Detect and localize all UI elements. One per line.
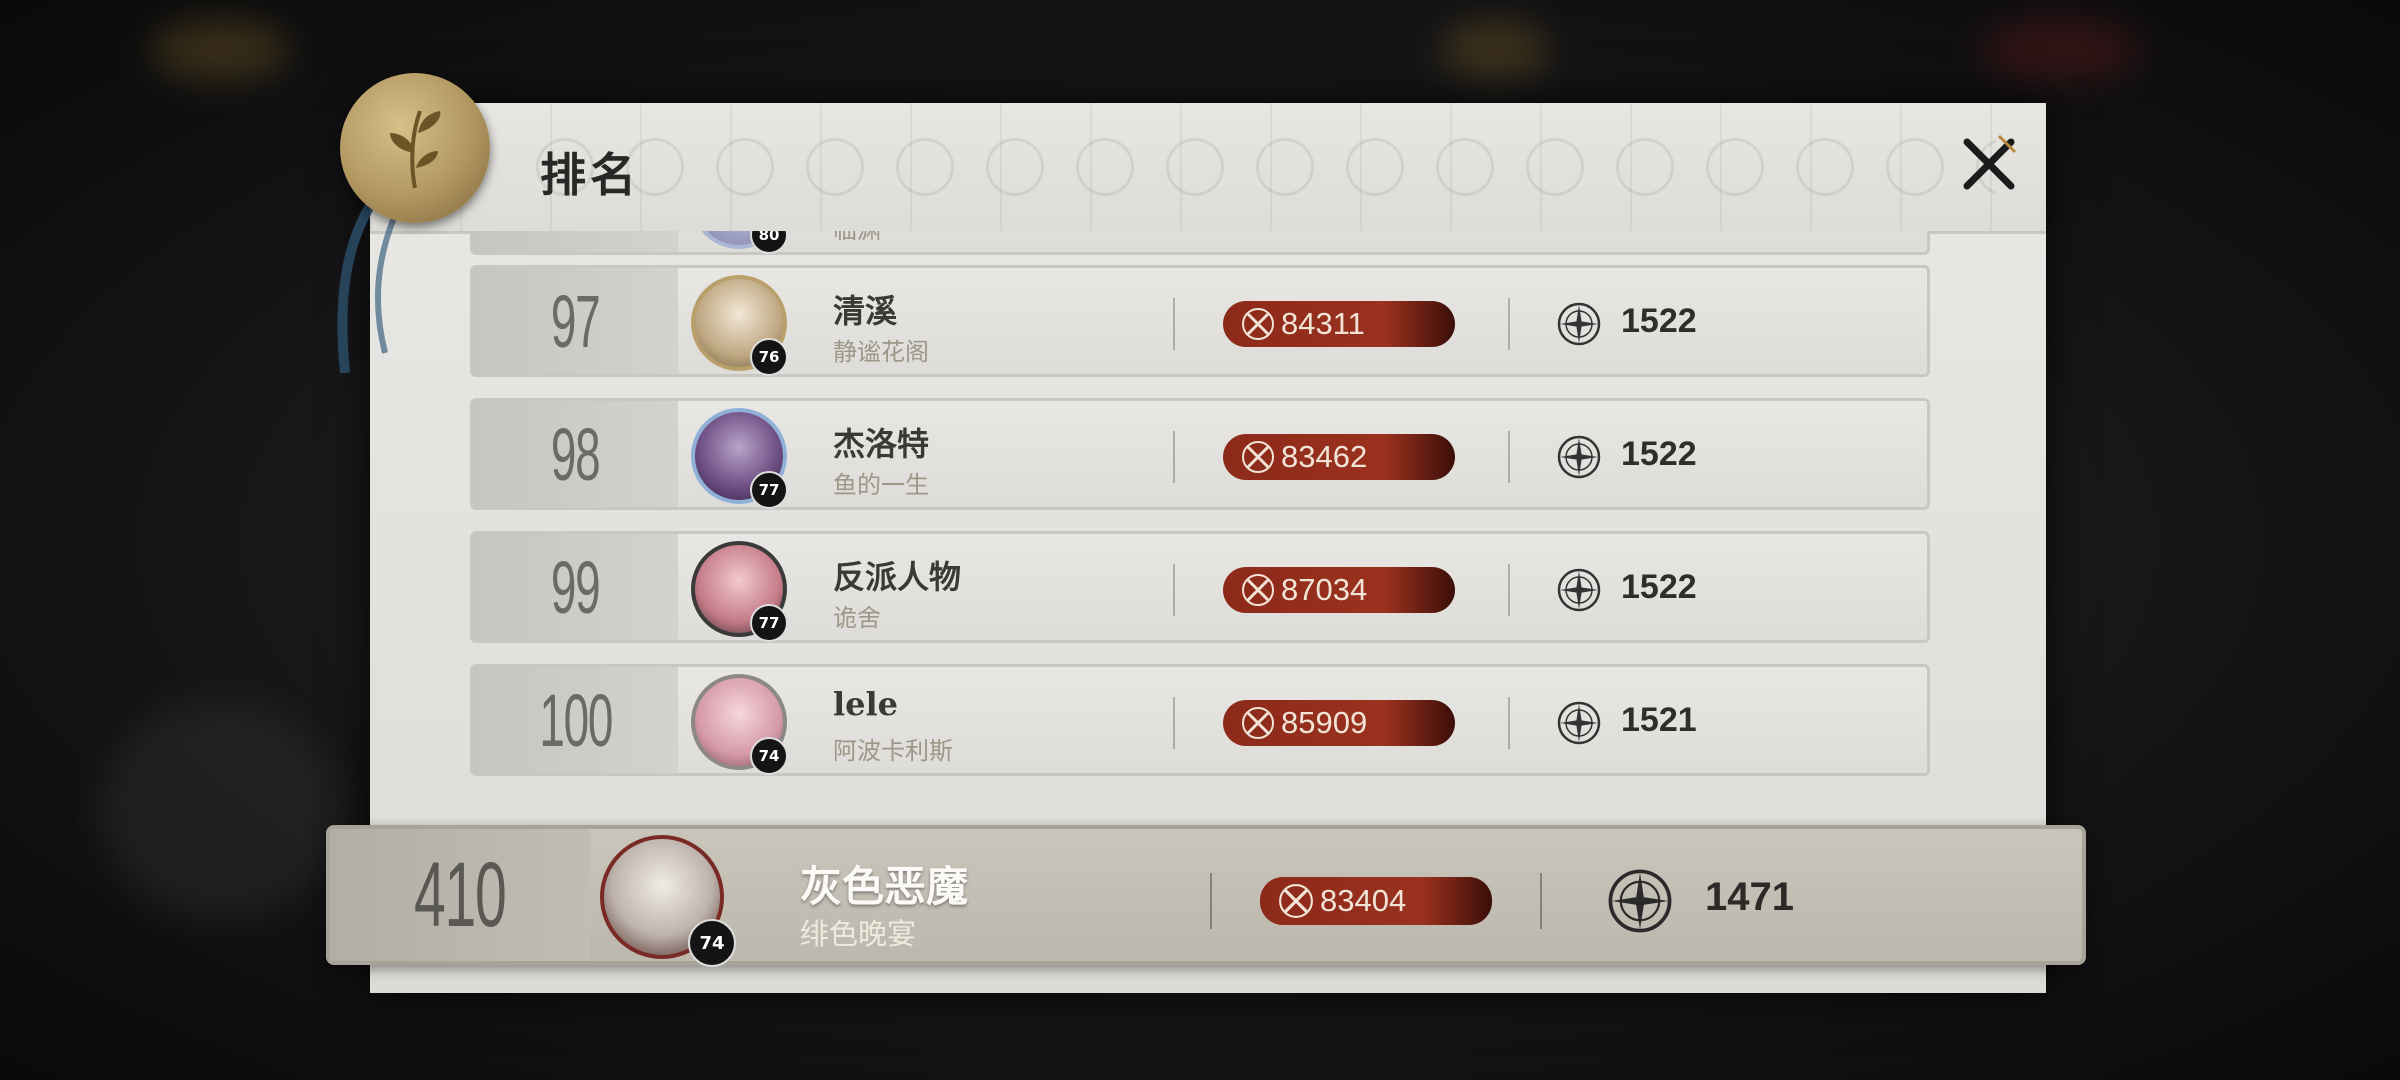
level-badge: 77 bbox=[750, 471, 788, 509]
compass-icon bbox=[1608, 869, 1672, 933]
power-value: 85909 bbox=[1281, 705, 1368, 740]
divider bbox=[1508, 564, 1510, 616]
divider bbox=[1173, 431, 1175, 483]
player-name: 灰色恶魔 bbox=[800, 862, 969, 911]
crossed-swords-icon bbox=[1279, 884, 1313, 918]
crossed-swords-icon bbox=[1242, 707, 1274, 739]
guild-name: 阿波卡利斯 bbox=[833, 737, 953, 765]
compass-icon bbox=[1557, 435, 1601, 479]
guild-name: 临渊 bbox=[833, 231, 881, 245]
ranking-list[interactable]: 80 临渊 97 76 清溪 静谧花阁 84311 1522 98 77 bbox=[470, 231, 1930, 921]
player-name: lele bbox=[833, 685, 899, 723]
player-name: 清溪 bbox=[833, 292, 898, 330]
rank-cell: 97 bbox=[473, 268, 678, 374]
crossed-swords-icon bbox=[1242, 441, 1274, 473]
close-icon bbox=[1963, 134, 2017, 190]
score-value: 1522 bbox=[1621, 302, 1697, 340]
compass-icon bbox=[1557, 701, 1601, 745]
power-value: 83462 bbox=[1281, 439, 1368, 474]
guild-name: 鱼的一生 bbox=[833, 471, 929, 499]
power-badge: 83462 bbox=[1223, 434, 1455, 480]
player-name: 反派人物 bbox=[833, 558, 962, 596]
rank-cell: 410 bbox=[330, 829, 590, 961]
rank-number: 97 bbox=[551, 279, 601, 363]
level-badge: 74 bbox=[750, 737, 788, 775]
table-row[interactable]: 80 临渊 bbox=[470, 231, 1930, 255]
divider bbox=[1210, 873, 1212, 929]
rank-number: 98 bbox=[551, 412, 601, 496]
score-value: 1522 bbox=[1621, 435, 1697, 473]
rank-number: 99 bbox=[551, 545, 601, 629]
power-badge: 83404 bbox=[1260, 877, 1492, 925]
level-badge: 77 bbox=[750, 604, 788, 642]
score-value: 1521 bbox=[1621, 701, 1697, 739]
rank-cell: 99 bbox=[473, 534, 678, 640]
table-row[interactable]: 99 77 反派人物 诡舍 87034 1522 bbox=[470, 531, 1930, 643]
level-badge: 76 bbox=[750, 338, 788, 376]
rank-number: 410 bbox=[414, 843, 507, 946]
divider bbox=[1508, 697, 1510, 749]
power-value: 83404 bbox=[1320, 883, 1407, 918]
score-value: 1522 bbox=[1621, 568, 1697, 606]
divider bbox=[1173, 564, 1175, 616]
close-button[interactable] bbox=[1954, 129, 2024, 199]
power-badge: 84311 bbox=[1223, 301, 1455, 347]
rank-cell bbox=[473, 231, 678, 252]
power-badge: 87034 bbox=[1223, 567, 1455, 613]
rank-cell: 98 bbox=[473, 401, 678, 507]
compass-icon bbox=[1557, 302, 1601, 346]
compass-icon bbox=[1557, 568, 1601, 612]
power-value: 84311 bbox=[1281, 306, 1365, 341]
player-name: 杰洛特 bbox=[833, 425, 930, 463]
divider bbox=[1508, 431, 1510, 483]
page-title: 排名 bbox=[540, 148, 640, 202]
rank-cell: 100 bbox=[473, 667, 678, 773]
level-badge: 80 bbox=[750, 231, 788, 254]
table-row[interactable]: 97 76 清溪 静谧花阁 84311 1522 bbox=[470, 265, 1930, 377]
divider bbox=[1173, 298, 1175, 350]
divider bbox=[1173, 697, 1175, 749]
guild-name: 静谧花阁 bbox=[833, 338, 929, 366]
table-row[interactable]: 98 77 杰洛特 鱼的一生 83462 1522 bbox=[470, 398, 1930, 510]
level-badge: 74 bbox=[688, 919, 736, 967]
crossed-swords-icon bbox=[1242, 308, 1274, 340]
guild-name: 绯色晚宴 bbox=[800, 917, 917, 951]
guild-name: 诡舍 bbox=[833, 604, 881, 632]
table-row[interactable]: 100 74 lele 阿波卡利斯 85909 1521 bbox=[470, 664, 1930, 776]
self-rank-row[interactable]: 410 74 灰色恶魔 绯色晚宴 83404 1471 bbox=[326, 825, 2086, 967]
divider bbox=[1508, 298, 1510, 350]
crossed-swords-icon bbox=[1242, 574, 1274, 606]
wax-seal-icon bbox=[340, 73, 490, 223]
rank-number: 100 bbox=[539, 678, 613, 762]
power-value: 87034 bbox=[1281, 572, 1368, 607]
score-value: 1471 bbox=[1705, 875, 1794, 919]
power-badge: 85909 bbox=[1223, 700, 1455, 746]
divider bbox=[1540, 873, 1542, 929]
